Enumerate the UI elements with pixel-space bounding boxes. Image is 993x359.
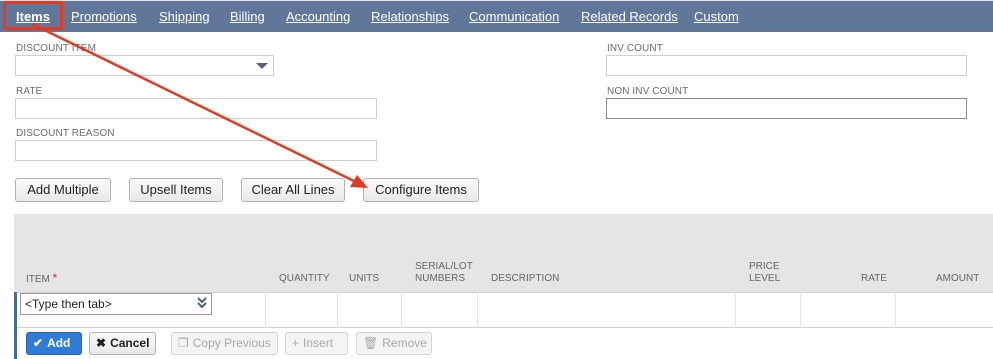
remove-label: Remove (382, 336, 427, 350)
insert-button[interactable]: + Insert (285, 332, 348, 355)
tab-relationships[interactable]: Relationships (371, 1, 449, 33)
column-price-line-2: LEVEL (749, 273, 781, 284)
item-input[interactable]: <Type then tab> (20, 293, 212, 315)
tab-promotions[interactable]: Promotions (71, 1, 137, 33)
upsell-items-button[interactable]: Upsell Items (129, 178, 223, 202)
tab-communication[interactable]: Communication (469, 1, 559, 33)
add-button[interactable]: ✔ Add (26, 332, 82, 355)
cell-divider (477, 292, 478, 328)
clear-all-lines-button[interactable]: Clear All Lines (241, 178, 345, 202)
column-serial-lot: SERIAL/LOT NUMBERS (415, 261, 473, 285)
column-price-level: PRICE LEVEL (749, 261, 780, 285)
tab-bar: Items Promotions Shipping Billing Accoun… (0, 0, 993, 32)
column-item: ITEM * (26, 272, 57, 286)
column-units: UNITS (349, 273, 379, 284)
double-chevron-down-icon[interactable] (197, 295, 207, 315)
non-inv-count-label: NON INV COUNT (607, 86, 689, 97)
discount-reason-field[interactable] (15, 140, 377, 161)
copy-previous-label: Copy Previous (192, 336, 271, 350)
column-item-label: ITEM (26, 274, 50, 285)
check-icon: ✔ (33, 336, 44, 350)
cell-divider (800, 292, 801, 328)
dropdown-caret-icon (256, 63, 268, 69)
column-description: DESCRIPTION (491, 273, 560, 284)
cell-divider (337, 292, 338, 328)
column-quantity: QUANTITY (279, 273, 330, 284)
rate-label: RATE (16, 86, 43, 97)
insert-label: Insert (303, 336, 334, 350)
inv-count-field (606, 55, 967, 76)
item-placeholder: <Type then tab> (25, 297, 112, 311)
items-tab-highlight (3, 1, 63, 30)
discount-item-label: DISCOUNT ITEM (16, 43, 97, 54)
configure-items-button[interactable]: Configure Items (363, 178, 479, 202)
cell-divider (401, 292, 402, 328)
column-price-line-1: PRICE (749, 261, 780, 272)
column-amount: AMOUNT (936, 273, 980, 284)
rate-field[interactable] (15, 98, 377, 119)
cancel-button[interactable]: ✖ Cancel (89, 332, 156, 355)
tab-related-records[interactable]: Related Records (581, 1, 678, 33)
cell-divider (895, 292, 896, 328)
cancel-label: Cancel (110, 336, 150, 350)
required-marker: * (52, 271, 58, 285)
action-row-accent (14, 325, 17, 359)
discount-reason-label: DISCOUNT REASON (16, 128, 115, 139)
tab-shipping[interactable]: Shipping (159, 1, 210, 33)
cell-divider (265, 292, 266, 328)
add-multiple-button[interactable]: Add Multiple (15, 178, 111, 202)
non-inv-count-field[interactable] (606, 98, 967, 119)
copy-icon: ❐ (178, 336, 189, 350)
trash-icon: 🗑 (363, 336, 379, 350)
column-serial-line-1: SERIAL/LOT (415, 261, 473, 272)
close-icon: ✖ (96, 336, 107, 350)
edit-row-accent (14, 292, 17, 328)
tab-billing[interactable]: Billing (230, 1, 265, 33)
tab-custom[interactable]: Custom (694, 1, 739, 33)
add-label: Add (47, 336, 71, 350)
plus-icon: + (292, 336, 300, 350)
discount-item-select[interactable] (15, 55, 274, 76)
column-rate: RATE (861, 273, 887, 284)
remove-button[interactable]: 🗑 Remove (356, 332, 432, 355)
tab-accounting[interactable]: Accounting (286, 1, 350, 33)
inv-count-label: INV COUNT (607, 43, 663, 54)
column-serial-line-2: NUMBERS (415, 273, 466, 284)
cell-divider (735, 292, 736, 328)
copy-previous-button[interactable]: ❐ Copy Previous (171, 332, 278, 355)
